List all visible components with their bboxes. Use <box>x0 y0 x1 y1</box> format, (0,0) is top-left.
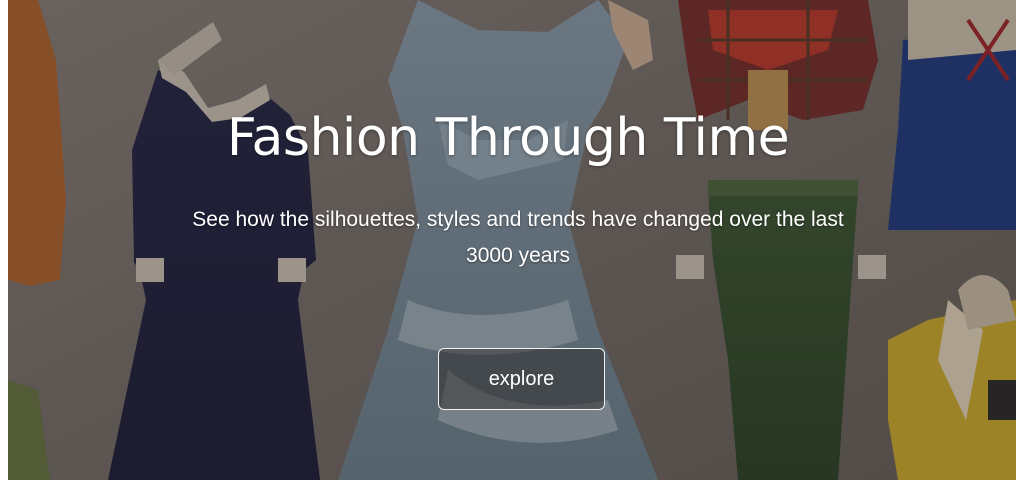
explore-button[interactable]: explore <box>438 348 605 410</box>
hero-subtitle-line1: See how the silhouettes, styles and tren… <box>192 208 844 231</box>
hero-banner: Fashion Through Time See how the silhoue… <box>0 0 1016 480</box>
hero-subtitle: See how the silhouettes, styles and tren… <box>60 202 976 274</box>
hero-subtitle-line2: 3000 years <box>466 244 570 267</box>
hero-title: Fashion Through Time <box>226 108 790 168</box>
left-edge-gutter <box>0 0 8 480</box>
